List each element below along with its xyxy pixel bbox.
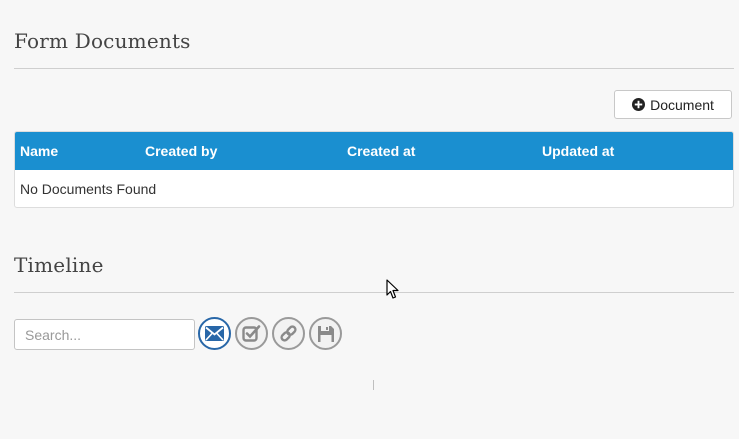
add-document-button[interactable]: Document [614, 90, 732, 119]
form-documents-title: Form Documents [14, 29, 191, 53]
email-icon [205, 326, 224, 341]
filter-email-button[interactable] [198, 317, 231, 350]
save-icon [317, 325, 334, 342]
documents-table: Name Created by Created at Updated at No… [14, 131, 734, 208]
timeline-title: Timeline [14, 253, 104, 277]
empty-table-message: No Documents Found [20, 181, 157, 197]
table-row: No Documents Found [15, 170, 733, 207]
filter-task-button[interactable] [235, 317, 268, 350]
page: Form Documents Document Name Created by … [0, 0, 739, 439]
form-documents-divider [14, 68, 734, 69]
filter-link-button[interactable] [272, 317, 305, 350]
plus-circle-icon [632, 98, 646, 111]
link-icon [280, 325, 297, 342]
column-header-created-at[interactable]: Created at [347, 143, 415, 159]
add-document-label: Document [650, 96, 714, 113]
column-header-created-by[interactable]: Created by [145, 143, 217, 159]
filter-save-button[interactable] [309, 317, 342, 350]
column-header-updated-at[interactable]: Updated at [542, 143, 614, 159]
column-header-name[interactable]: Name [20, 143, 58, 159]
mouse-cursor-icon [386, 279, 399, 299]
separator-mark [373, 380, 374, 390]
task-check-icon [242, 325, 261, 342]
timeline-divider [14, 292, 734, 293]
timeline-search-input[interactable] [14, 319, 195, 350]
table-header: Name Created by Created at Updated at [15, 132, 733, 170]
